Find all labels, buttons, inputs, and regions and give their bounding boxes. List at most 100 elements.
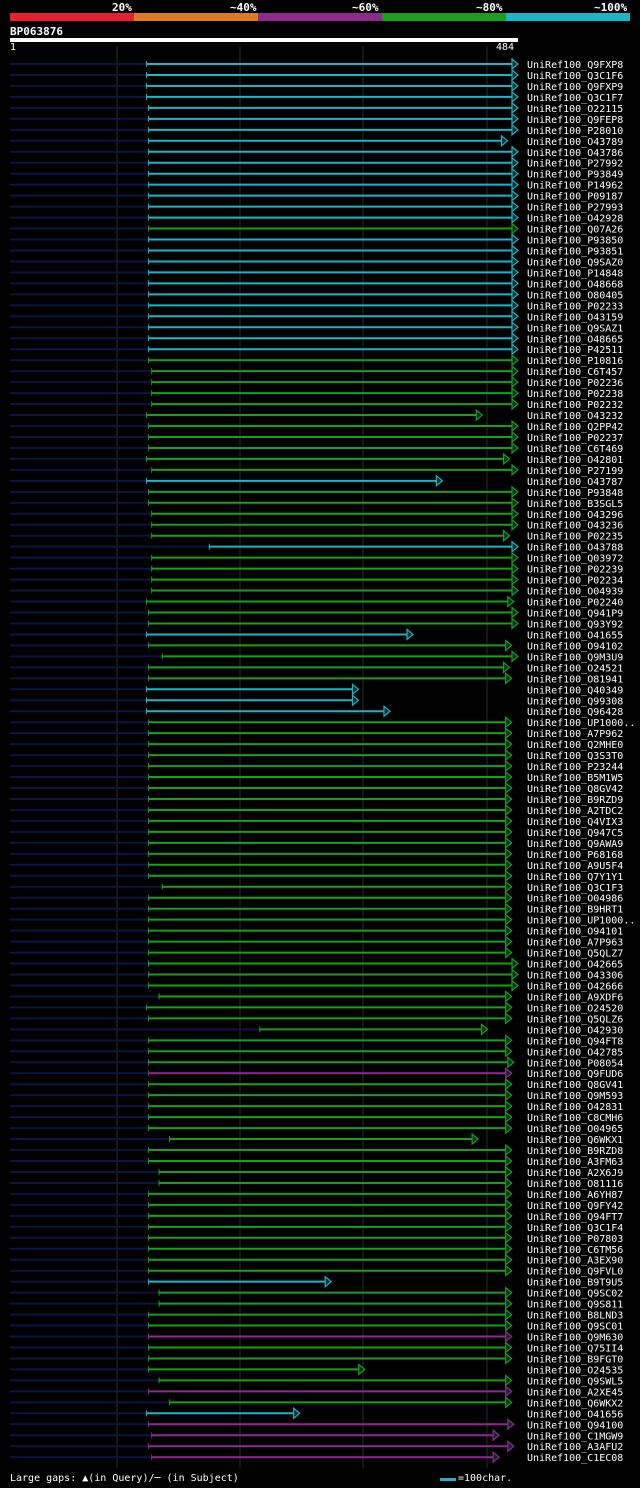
hit-label[interactable]: UniRef100_A7P962: [527, 729, 623, 740]
hit-label[interactable]: UniRef100_O43306: [527, 971, 623, 982]
hit-label[interactable]: UniRef100_P08054: [527, 1058, 623, 1069]
hit-label[interactable]: UniRef100_P02239: [527, 565, 623, 576]
hit-label[interactable]: UniRef100_C6TM56: [527, 1245, 623, 1256]
hit-label[interactable]: UniRef100_Q3C1F4: [527, 1223, 623, 1234]
hit-label[interactable]: UniRef100_P27993: [527, 203, 623, 214]
hit-label[interactable]: UniRef100_P93850: [527, 236, 623, 247]
hit-label[interactable]: UniRef100_Q8GV41: [527, 1080, 623, 1091]
hit-label[interactable]: UniRef100_O42785: [527, 1047, 623, 1058]
hit-label[interactable]: UniRef100_A9U5F4: [527, 861, 623, 872]
hit-label[interactable]: UniRef100_C1MGW9: [527, 1431, 623, 1442]
hit-label[interactable]: UniRef100_P27199: [527, 466, 623, 477]
hit-label[interactable]: UniRef100_Q947C5: [527, 828, 623, 839]
hit-label[interactable]: UniRef100_Q3S3T0: [527, 751, 623, 762]
hit-label[interactable]: UniRef100_O43786: [527, 148, 623, 159]
hit-label[interactable]: UniRef100_P28010: [527, 126, 623, 137]
hit-label[interactable]: UniRef100_O94101: [527, 927, 623, 938]
hit-label[interactable]: UniRef100_Q9FXP8: [527, 60, 623, 71]
hit-label[interactable]: UniRef100_P02234: [527, 576, 623, 587]
hit-label[interactable]: UniRef100_O43787: [527, 477, 623, 488]
hit-label[interactable]: UniRef100_A7P963: [527, 938, 623, 949]
hit-label[interactable]: UniRef100_P09187: [527, 192, 623, 203]
hit-label[interactable]: UniRef100_Q3C1F7: [527, 93, 623, 104]
hit-label[interactable]: UniRef100_Q4VIX3: [527, 817, 623, 828]
hit-label[interactable]: UniRef100_Q9SAZ1: [527, 323, 623, 334]
hit-label[interactable]: UniRef100_O24535: [527, 1365, 623, 1376]
hit-label[interactable]: UniRef100_B8LND3: [527, 1311, 623, 1322]
hit-label[interactable]: UniRef100_B9HRT1: [527, 905, 623, 916]
hit-label[interactable]: UniRef100_B9RZD9: [527, 795, 623, 806]
hit-label[interactable]: UniRef100_Q9M630: [527, 1333, 623, 1344]
hit-label[interactable]: UniRef100_P02232: [527, 400, 623, 411]
hit-label[interactable]: UniRef100_Q8GV42: [527, 784, 623, 795]
hit-label[interactable]: UniRef100_P02238: [527, 389, 623, 400]
hit-label[interactable]: UniRef100_O48665: [527, 334, 623, 345]
hit-label[interactable]: UniRef100_Q9FY42: [527, 1201, 623, 1212]
hit-label[interactable]: UniRef100_O42831: [527, 1102, 623, 1113]
hit-label[interactable]: UniRef100_Q5QLZ7: [527, 949, 623, 960]
hit-label[interactable]: UniRef100_A2XE45: [527, 1387, 623, 1398]
hit-label[interactable]: UniRef100_O41655: [527, 630, 623, 641]
hit-label[interactable]: UniRef100_O24520: [527, 1003, 623, 1014]
hit-label[interactable]: UniRef100_O22115: [527, 104, 623, 115]
hit-label[interactable]: UniRef100_O81941: [527, 674, 623, 685]
hit-label[interactable]: UniRef100_O43788: [527, 543, 623, 554]
hit-label[interactable]: UniRef100_P93849: [527, 170, 623, 181]
hit-label[interactable]: UniRef100_Q99308: [527, 696, 623, 707]
hit-label[interactable]: UniRef100_Q9AWA9: [527, 839, 623, 850]
hit-label[interactable]: UniRef100_Q94FT7: [527, 1212, 623, 1223]
hit-label[interactable]: UniRef100_O81116: [527, 1179, 623, 1190]
hit-label[interactable]: UniRef100_P07803: [527, 1234, 623, 1245]
hit-label[interactable]: UniRef100_P02235: [527, 532, 623, 543]
hit-label[interactable]: UniRef100_Q9S811: [527, 1300, 623, 1311]
hit-label[interactable]: UniRef100_A2TDC2: [527, 806, 623, 817]
hit-label[interactable]: UniRef100_Q03972: [527, 554, 623, 565]
hit-label[interactable]: UniRef100_O04939: [527, 587, 623, 598]
hit-label[interactable]: UniRef100_P93851: [527, 246, 623, 257]
hit-label[interactable]: UniRef100_B9T9U5: [527, 1278, 623, 1289]
hit-label[interactable]: UniRef100_P14962: [527, 181, 623, 192]
hit-label[interactable]: UniRef100_B3SGL5: [527, 499, 623, 510]
hit-label[interactable]: UniRef100_Q3C1F3: [527, 883, 623, 894]
hit-label[interactable]: UniRef100_Q7Y1Y1: [527, 872, 623, 883]
hit-label[interactable]: UniRef100_P42511: [527, 345, 623, 356]
hit-label[interactable]: UniRef100_Q75II4: [527, 1343, 623, 1354]
hit-label[interactable]: UniRef100_Q6WKX1: [527, 1135, 623, 1146]
hit-label[interactable]: UniRef100_O42930: [527, 1025, 623, 1036]
hit-label[interactable]: UniRef100_A9XDF6: [527, 992, 623, 1003]
hit-label[interactable]: UniRef100_Q96428: [527, 707, 623, 718]
hit-label[interactable]: UniRef100_O94102: [527, 641, 623, 652]
hit-label[interactable]: UniRef100_B5M1W5: [527, 773, 623, 784]
hit-label[interactable]: UniRef100_Q94FT8: [527, 1036, 623, 1047]
hit-label[interactable]: UniRef100_Q5QLZ6: [527, 1014, 623, 1025]
hit-label[interactable]: UniRef100_Q9SAZ0: [527, 257, 623, 268]
hit-label[interactable]: UniRef100_Q9M3U9: [527, 652, 623, 663]
hit-label[interactable]: UniRef100_O24521: [527, 663, 623, 674]
hit-label[interactable]: UniRef100_Q94100: [527, 1420, 623, 1431]
hit-label[interactable]: UniRef100_P02240: [527, 598, 623, 609]
hit-label[interactable]: UniRef100_C1EC08: [527, 1453, 623, 1464]
hit-label[interactable]: UniRef100_O04965: [527, 1124, 623, 1135]
hit-label[interactable]: UniRef100_O42801: [527, 455, 623, 466]
hit-label[interactable]: UniRef100_P02236: [527, 378, 623, 389]
hit-label[interactable]: UniRef100_O42666: [527, 981, 623, 992]
hit-label[interactable]: UniRef100_Q941P9: [527, 609, 623, 620]
hit-label[interactable]: UniRef100_Q93Y92: [527, 619, 623, 630]
hit-label[interactable]: UniRef100_C8CMH6: [527, 1113, 623, 1124]
hit-label[interactable]: UniRef100_P14848: [527, 268, 623, 279]
hit-label[interactable]: UniRef100_P27992: [527, 159, 623, 170]
hit-label[interactable]: UniRef100_Q2MHE0: [527, 740, 623, 751]
hit-label[interactable]: UniRef100_O43296: [527, 510, 623, 521]
hit-label[interactable]: UniRef100_P10816: [527, 356, 623, 367]
hit-label[interactable]: UniRef100_B9FGT0: [527, 1354, 623, 1365]
hit-label[interactable]: UniRef100_Q9SWL5: [527, 1376, 623, 1387]
hit-label[interactable]: UniRef100_UP1000..: [527, 916, 635, 927]
hit-label[interactable]: UniRef100_Q3C1F6: [527, 71, 623, 82]
hit-label[interactable]: UniRef100_Q9SC01: [527, 1322, 623, 1333]
hit-label[interactable]: UniRef100_UP1000..: [527, 718, 635, 729]
hit-label[interactable]: UniRef100_B9RZD8: [527, 1146, 623, 1157]
hit-label[interactable]: UniRef100_A3EX90: [527, 1256, 623, 1267]
hit-label[interactable]: UniRef100_Q9FEP8: [527, 115, 623, 126]
hit-label[interactable]: UniRef100_O48668: [527, 279, 623, 290]
hit-label[interactable]: UniRef100_O42928: [527, 214, 623, 225]
